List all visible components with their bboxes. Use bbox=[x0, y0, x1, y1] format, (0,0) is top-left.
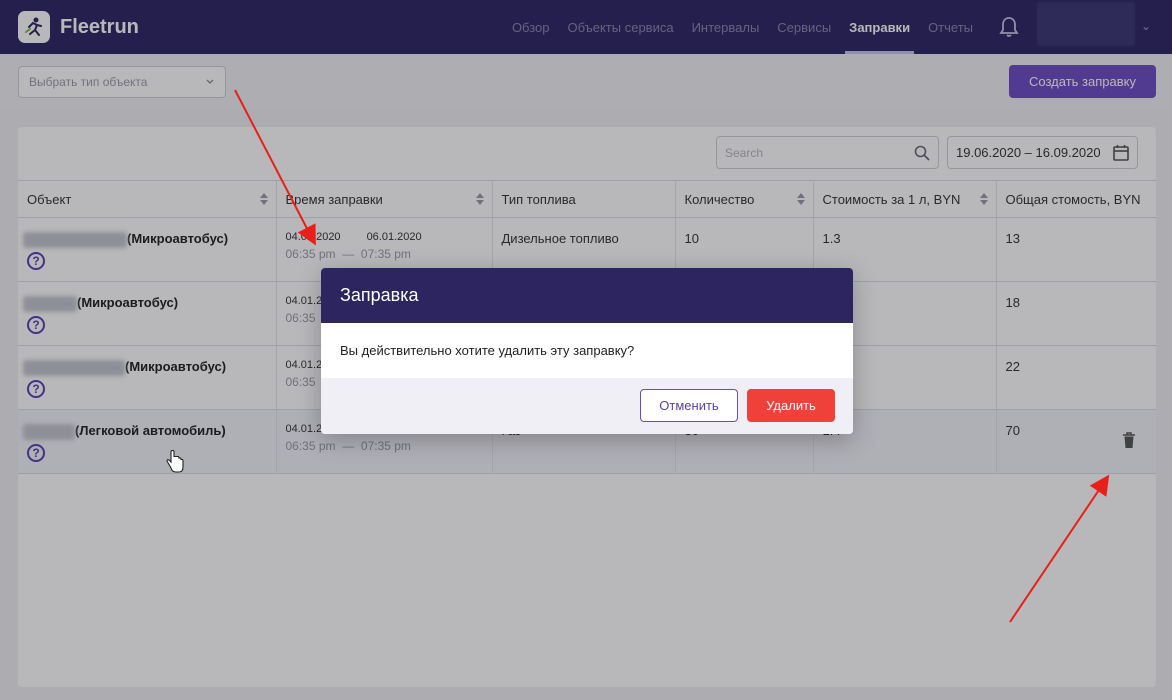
dialog-title: Заправка bbox=[321, 268, 853, 323]
cancel-button[interactable]: Отменить bbox=[640, 389, 738, 422]
dialog-footer: Отменить Удалить bbox=[321, 378, 853, 434]
hand-cursor-icon bbox=[166, 450, 184, 473]
delete-button[interactable]: Удалить bbox=[747, 389, 835, 422]
delete-refueling-dialog: Заправка Вы действительно хотите удалить… bbox=[321, 268, 853, 434]
dialog-message: Вы действительно хотите удалить эту запр… bbox=[340, 343, 635, 358]
